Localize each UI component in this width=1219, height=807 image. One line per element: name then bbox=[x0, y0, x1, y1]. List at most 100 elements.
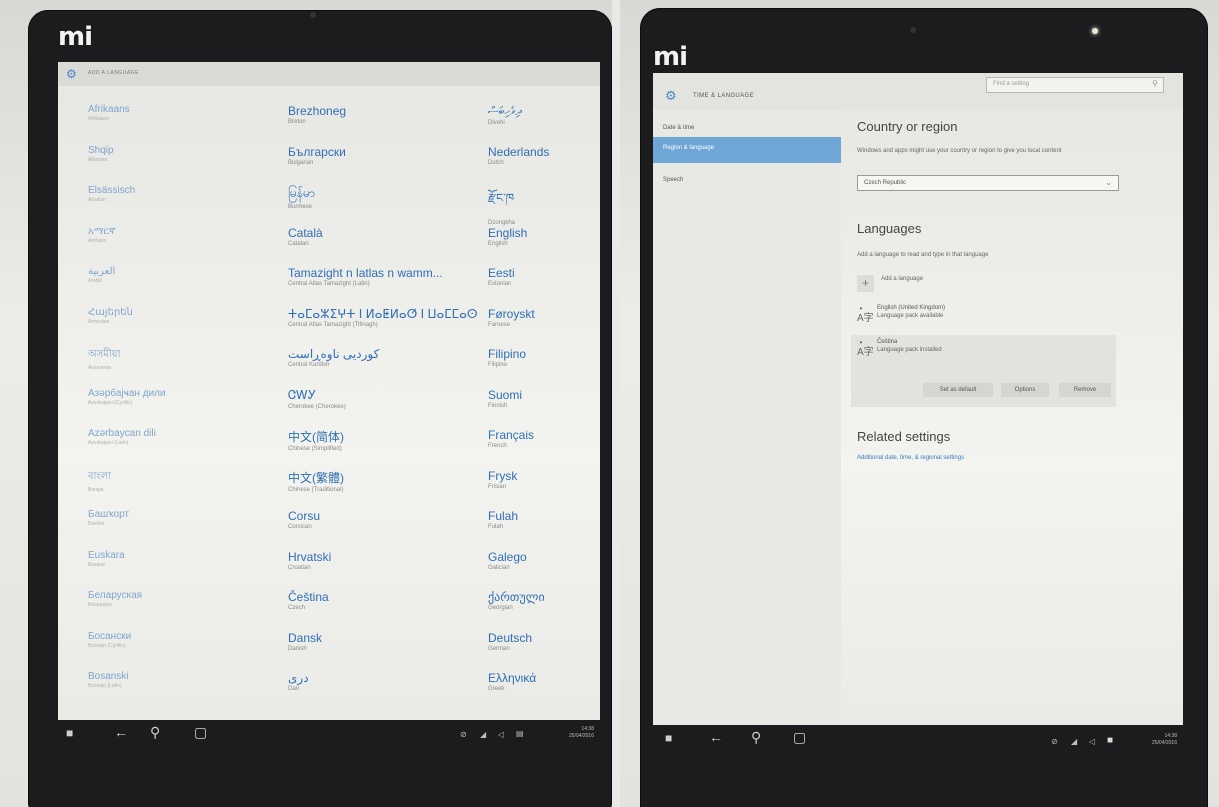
language-option[interactable]: Galego Galician bbox=[488, 550, 527, 571]
language-option[interactable]: Български Bulgarian bbox=[288, 145, 346, 166]
language-option[interactable]: Čeština Czech bbox=[288, 590, 329, 611]
language-option[interactable]: অসমীয়া Assamese bbox=[88, 347, 120, 371]
language-option[interactable]: Filipino Filipino bbox=[488, 347, 526, 368]
notification-icon[interactable]: ■ bbox=[1107, 735, 1113, 746]
language-english-name: Bangla bbox=[88, 486, 104, 493]
language-option[interactable]: Suomi Finnish bbox=[488, 388, 522, 409]
notification-icon[interactable]: ▤ bbox=[516, 729, 524, 738]
search-icon[interactable]: ⚲ bbox=[1152, 79, 1158, 88]
language-option[interactable]: Հայերեն Armenian bbox=[88, 307, 133, 325]
back-arrow-icon[interactable]: ← bbox=[114, 724, 128, 740]
language-option[interactable]: Elsässisch Alsatian bbox=[88, 185, 135, 203]
language-native-name: Brezhoneg bbox=[288, 104, 347, 118]
language-native-name: 中文(简体) bbox=[288, 430, 344, 444]
additional-settings-link[interactable]: Additional date, time, & regional settin… bbox=[857, 455, 964, 461]
language-option[interactable]: Corsu Corsican bbox=[288, 509, 320, 530]
language-english-name: Basque bbox=[88, 561, 105, 568]
task-view-icon[interactable]: ▢ bbox=[793, 729, 806, 746]
language-option[interactable]: Tamazight n latlas n wamm... Central Atla… bbox=[288, 266, 443, 287]
windows-start-icon[interactable]: ■ bbox=[66, 726, 73, 740]
language-english-name: Azerbaijani (Latin) bbox=[88, 440, 129, 446]
language-option[interactable]: 中文(繁體) Chinese (Traditional) bbox=[288, 469, 344, 493]
language-english-name: Estonian bbox=[488, 281, 512, 287]
volume-icon[interactable]: ◁ bbox=[498, 730, 504, 739]
language-option[interactable]: Ελληνικά Greek bbox=[488, 671, 536, 692]
language-english-name: Galician bbox=[488, 564, 510, 571]
nav-item-region-language[interactable]: Region & language bbox=[653, 137, 841, 163]
language-native-name: Frysk bbox=[488, 468, 518, 483]
gear-icon[interactable]: ⚙ bbox=[66, 67, 77, 81]
language-option[interactable]: کوردیی ناوەڕاست Central Kurdish bbox=[288, 347, 379, 368]
language-native-name: Català bbox=[288, 225, 323, 240]
language-option[interactable]: العربية Arabic bbox=[88, 266, 115, 284]
set-as-default-button[interactable]: Set as default bbox=[923, 383, 993, 397]
windows-start-icon[interactable]: ■ bbox=[665, 731, 672, 745]
language-option[interactable]: ᏣᎳᎩ Cherokee (Cherokee) bbox=[288, 388, 346, 410]
country-description: Windows and apps might use your country … bbox=[857, 148, 1062, 154]
language-option[interactable]: Bosanski Bosnian (Latin) bbox=[88, 671, 129, 689]
language-option[interactable]: Беларуская Belarusian bbox=[88, 590, 142, 608]
language-option[interactable]: Башҡорт Bashkir bbox=[88, 509, 129, 527]
gear-icon[interactable]: ⚙ bbox=[665, 88, 677, 104]
language-option[interactable]: Føroyskt Faroese bbox=[488, 307, 535, 328]
language-option[interactable]: Azərbaycan dili Azerbaijani (Latin) bbox=[88, 428, 156, 446]
language-native-name: Føroyskt bbox=[488, 306, 535, 321]
wifi-icon[interactable]: ◢ bbox=[480, 730, 486, 739]
language-option[interactable]: Afrikaans Afrikaans bbox=[88, 104, 130, 122]
language-row-cestina[interactable]: ◔ A字 Čeština Language pack installed Set … bbox=[851, 335, 1116, 407]
language-option[interactable]: རྫོང་ཁ Dzongkha bbox=[488, 185, 515, 226]
language-native-name: မြန်မာ bbox=[288, 186, 315, 200]
language-english-name: Finnish bbox=[488, 402, 508, 409]
clock[interactable]: 14:38 25/04/2016 bbox=[1123, 733, 1177, 747]
nav-item-speech[interactable]: Speech bbox=[653, 169, 841, 195]
country-select[interactable]: Czech Republic ⌄ bbox=[857, 175, 1119, 191]
language-option[interactable]: မြန်မာ Burmese bbox=[288, 185, 315, 210]
search-icon[interactable]: ⚲ bbox=[751, 729, 761, 746]
language-option[interactable]: ქართული Georgian bbox=[488, 590, 545, 611]
back-arrow-icon[interactable]: ← bbox=[709, 729, 723, 745]
language-option[interactable]: 中文(简体) Chinese (Simplified) bbox=[288, 428, 344, 452]
network-icon[interactable]: ⊘ bbox=[1051, 737, 1058, 746]
search-input[interactable]: Find a setting ⚲ bbox=[986, 77, 1164, 93]
language-option[interactable]: አማርኛ Amharic bbox=[88, 226, 115, 244]
language-option[interactable]: বাংলা Bangla bbox=[88, 469, 111, 493]
task-view-icon[interactable]: ▢ bbox=[194, 724, 207, 741]
add-language-button[interactable]: + bbox=[857, 275, 874, 292]
language-native-name: Азәрбајҹан дили bbox=[88, 387, 166, 399]
language-option[interactable]: ⵜⴰⵎⴰⵣⵉⵖⵜ ⵏ ⵍⴰⵟⵍⴰⵚ ⵏ ⵡⴰⵎⵎⴰⵙ Central Atlas … bbox=[288, 307, 478, 328]
language-option[interactable]: Азәрбајҹан дили Azerbaijani (Cyrillic) bbox=[88, 388, 166, 406]
language-option[interactable]: Shqip Albanian bbox=[88, 145, 114, 163]
language-english-name: Bulgarian bbox=[288, 159, 314, 166]
language-native-name: Башҡорт bbox=[88, 509, 129, 520]
language-english-name: Arabic bbox=[88, 278, 103, 284]
volume-icon[interactable]: ◁ bbox=[1089, 737, 1095, 746]
language-option[interactable]: English English bbox=[488, 226, 527, 247]
language-option[interactable]: Eesti Estonian bbox=[488, 266, 515, 287]
language-option[interactable]: Brezhoneg Breton bbox=[288, 104, 346, 125]
language-row-english[interactable]: ◔ A字 English (United Kingdom) Language pa… bbox=[851, 301, 1116, 329]
language-option[interactable]: Français French bbox=[488, 428, 534, 449]
language-native-name: 中文(繁體) bbox=[288, 470, 344, 485]
options-button[interactable]: Options bbox=[1001, 383, 1049, 397]
remove-button[interactable]: Remove bbox=[1059, 383, 1111, 397]
language-option[interactable]: Fulah Fulah bbox=[488, 509, 518, 530]
language-option[interactable]: Hrvatski Croatian bbox=[288, 550, 331, 571]
language-native-name: کوردیی ناوەڕاست bbox=[288, 347, 380, 361]
search-icon[interactable]: ⚲ bbox=[150, 724, 160, 741]
language-option[interactable]: Català Catalan bbox=[288, 226, 323, 247]
language-native-name: Filipino bbox=[488, 347, 527, 361]
add-language-label[interactable]: Add a language bbox=[881, 275, 923, 283]
language-option[interactable]: Euskara Basque bbox=[88, 550, 125, 568]
wifi-icon[interactable]: ◢ bbox=[1071, 737, 1077, 746]
language-option[interactable]: دری Dari bbox=[288, 671, 309, 692]
network-icon[interactable]: ⊘ bbox=[460, 730, 467, 739]
language-native-name: Corsu bbox=[288, 509, 321, 523]
ambient-light-dot bbox=[1092, 28, 1098, 34]
language-option[interactable]: Frysk Frisian bbox=[488, 469, 517, 490]
language-option[interactable]: Dansk Danish bbox=[288, 631, 322, 652]
clock[interactable]: 14:38 25/04/2016 bbox=[538, 726, 594, 740]
language-option[interactable]: Босански Bosnian (Cyrillic) bbox=[88, 631, 131, 649]
language-option[interactable]: Nederlands Dutch bbox=[488, 145, 549, 166]
language-option[interactable]: ދިވެހިބަސް Divehi bbox=[488, 104, 522, 126]
language-option[interactable]: Deutsch German bbox=[488, 631, 532, 652]
